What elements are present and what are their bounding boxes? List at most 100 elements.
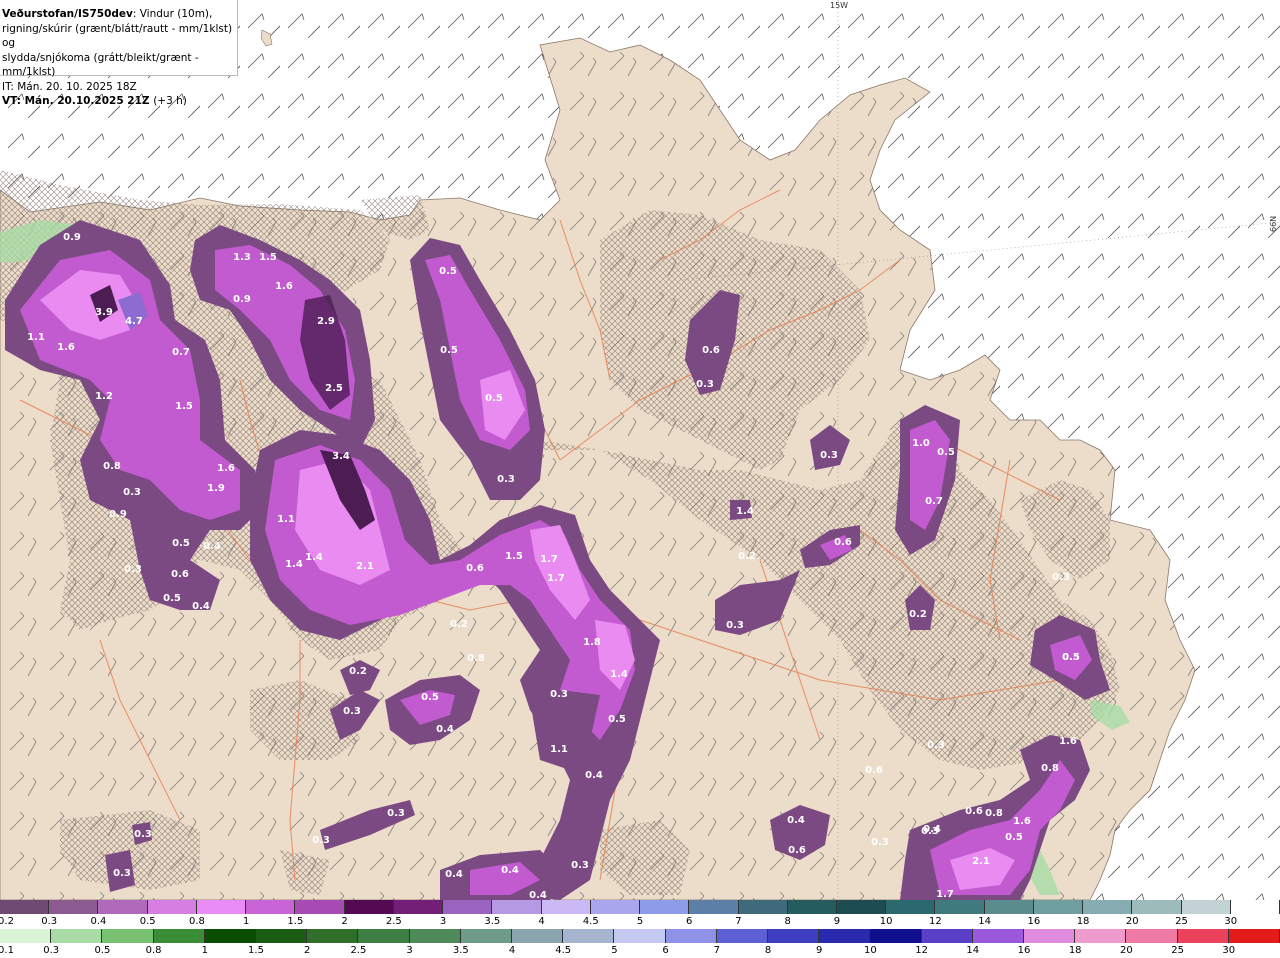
legend-label: 2.5: [385, 916, 402, 927]
legend-swatch: [1228, 929, 1280, 943]
precip-value-label: 0.3: [550, 689, 568, 700]
legend-label: 14: [978, 916, 991, 927]
legend-label: 4: [508, 945, 516, 956]
precip-value-label: 0.8: [1041, 763, 1059, 774]
legend-swatch: [512, 929, 564, 943]
legend-label: 16: [1017, 945, 1031, 956]
legend-swatch: [1230, 900, 1280, 914]
legend-swatch: [0, 929, 52, 943]
legend-label: 7: [735, 916, 742, 927]
precip-value-label: 1.2: [95, 391, 113, 402]
legend-swatch: [409, 929, 461, 943]
snow-legend: 0.2 0.3 0.4 0.5 0.8 1 1.5 2 2.5 3 3.5 4 4.5 5 6 7 8 9 10 12…: [0, 900, 1280, 928]
legend-label: 6: [686, 916, 693, 927]
precip-value-label: 0.5: [937, 447, 955, 458]
legend-swatch: [870, 929, 922, 943]
legend-swatch: [935, 900, 985, 914]
legend-label: 20: [1120, 945, 1133, 956]
precip-value-label: 1.1: [277, 514, 295, 525]
precip-value-label: 1.5: [505, 551, 523, 562]
legend-swatch: [307, 929, 359, 943]
legend-swatch: [787, 900, 837, 914]
legend-swatch: [460, 929, 513, 943]
legend-label: 4: [538, 916, 545, 927]
legend-label: 3: [439, 916, 447, 927]
precip-value-label: 0.3: [820, 450, 838, 461]
precip-value-label: 1.6: [217, 463, 235, 474]
precip-value-label: 4.7: [125, 316, 143, 327]
legend-swatch: [51, 929, 103, 943]
precip-value-label: 1.5: [259, 252, 277, 263]
precip-value-label: 0.2: [450, 619, 468, 630]
precip-value-label: 1.6: [1013, 816, 1031, 827]
precip-value-label: 1.1: [27, 332, 45, 343]
legend-label: 0.5: [94, 945, 111, 956]
legend-label: 10: [879, 916, 893, 927]
legend-label: 25: [1171, 945, 1184, 956]
precip-value-label: 0.5: [608, 714, 626, 725]
legend-swatch: [689, 900, 739, 914]
legend-swatch: [665, 929, 717, 943]
precip-value-label: 0.4: [436, 724, 454, 735]
precip-value-label: 0.8: [467, 653, 485, 664]
precip-value-label: 0.5: [163, 593, 181, 604]
precip-value-label: 0.3: [124, 564, 142, 575]
precip-value-label: 0.4: [203, 541, 221, 552]
source-title: Veðurstofan/IS750dev: [2, 8, 133, 20]
legend-swatch: [836, 900, 887, 914]
map-info-box: Veðurstofan/IS750dev: Vindur (10m), rign…: [0, 0, 238, 107]
valid-time: VT: Mán. 20.10.2025 21Z: [2, 95, 150, 107]
legend-label: 1: [242, 916, 250, 927]
legend-swatch: [1033, 900, 1084, 914]
latitude-label: 66N: [1269, 216, 1278, 232]
legend-label: 2.5: [350, 945, 367, 956]
legend-label: 20: [1125, 916, 1139, 927]
precip-value-label: 0.6: [965, 806, 983, 817]
legend-label: 0.2: [0, 916, 14, 927]
legend-swatch: [1181, 900, 1231, 914]
precip-value-label: 0.6: [834, 537, 852, 548]
precip-value-label: 0.5: [439, 266, 457, 277]
legend-label: 0.3: [41, 916, 58, 927]
precip-value-label: 0.9: [233, 294, 251, 305]
precip-value-label: 0.3: [113, 868, 131, 879]
precip-value-label: 0.3: [343, 706, 361, 717]
legend-swatch: [492, 900, 542, 914]
legend-swatch: [541, 900, 591, 914]
precip-value-label: 1.7: [540, 554, 558, 565]
legend-label: 4.5: [555, 945, 572, 956]
precip-value-label: 2.5: [325, 383, 343, 394]
legend-swatch: [98, 900, 148, 914]
precip-value-label: 1.4: [610, 669, 628, 680]
legend-label: 0.8: [188, 916, 205, 927]
precip-value-label: 0.4: [787, 815, 805, 826]
precip-value-label: 0.9: [63, 232, 81, 243]
precip-value-label: 1.6: [57, 342, 75, 353]
precip-value-label: 0.7: [925, 496, 943, 507]
legend-label: 0.8: [145, 945, 162, 956]
precip-value-label: 0.5: [1062, 652, 1080, 663]
precip-value-label: 0.6: [865, 765, 883, 776]
legend-label: 0.4: [90, 916, 107, 927]
legend-label: 5: [611, 945, 618, 956]
precip-value-label: 0.3: [497, 474, 515, 485]
precip-value-label: 0.3: [726, 620, 744, 631]
precip-value-label: 0.3: [696, 379, 714, 390]
rain-legend: 0.1 0.3 0.5 0.8 1 1.5 2 2.5 3 3.5 4 4.5 5 6 7 8 9 10 12 14 1…: [0, 929, 1280, 957]
legend-swatch: [1075, 929, 1127, 943]
legend-swatch: [344, 900, 394, 914]
legend-label: 5: [636, 916, 644, 927]
legend-swatch: [1024, 929, 1076, 943]
legend-swatch: [768, 929, 820, 943]
precip-value-label: 1.0: [912, 438, 930, 449]
legend-swatch: [819, 929, 871, 943]
weather-map: 15W 66N 0.91.3 1.53.94.71.11.6 0.71.21.5…: [0, 0, 1280, 900]
legend-label: 2: [341, 916, 348, 927]
legend-label: 2: [304, 945, 311, 956]
legend-swatch: [153, 929, 205, 943]
precip-value-label: 0.5: [1005, 832, 1023, 843]
legend-swatch: [393, 900, 444, 914]
legend-swatch: [984, 900, 1034, 914]
precip-value-label: 2.1: [356, 561, 374, 572]
precip-value-label: 0.4: [501, 865, 519, 876]
